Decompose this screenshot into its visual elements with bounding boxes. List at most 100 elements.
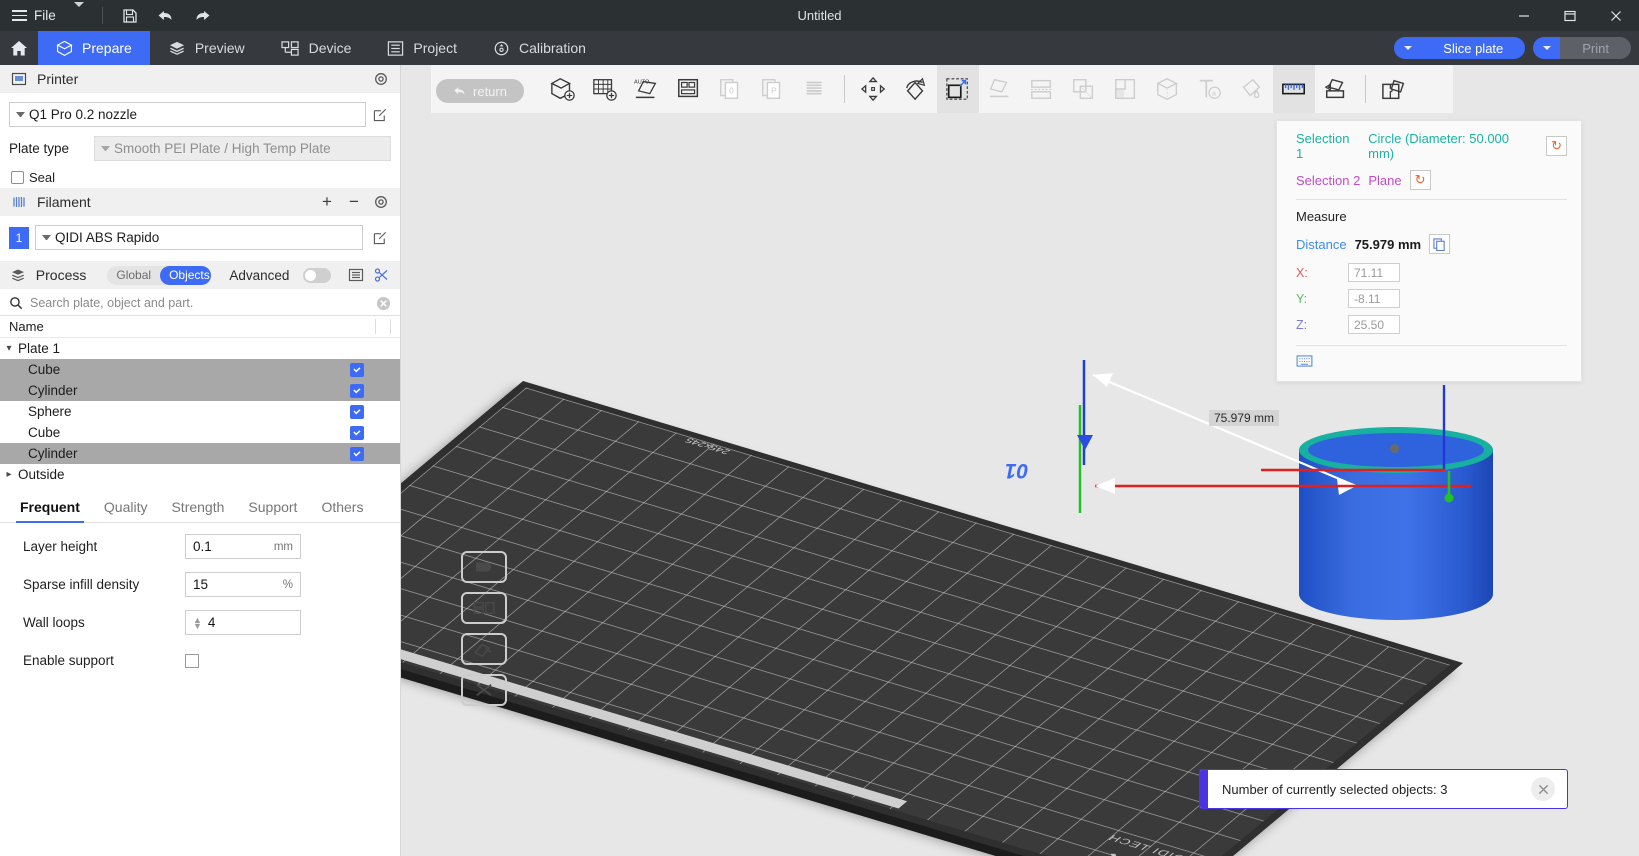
tree-row-cylinder-2[interactable]: Cylinder (0, 443, 400, 464)
undo-icon[interactable] (151, 4, 181, 28)
object-sphere[interactable] (1390, 444, 1399, 453)
delete-plate-icon[interactable] (461, 551, 507, 583)
visibility-checkbox[interactable] (350, 384, 364, 398)
enable-support-checkbox[interactable] (185, 654, 199, 668)
puzzle-icon[interactable] (1374, 65, 1416, 113)
seal-checkbox[interactable] (11, 171, 24, 184)
menu-dropdown-button[interactable] (74, 7, 84, 25)
advanced-toggle[interactable] (303, 268, 331, 283)
close-button[interactable] (1593, 0, 1639, 31)
tree-row-plate[interactable]: ▾ Plate 1 (0, 338, 400, 359)
maximize-button[interactable] (1547, 0, 1593, 31)
copy-object-icon[interactable]: 0 (710, 65, 752, 113)
layer-height-input[interactable]: 0.1 mm (185, 534, 301, 559)
keyboard-icon[interactable] (1296, 355, 1567, 367)
tree-row-cylinder-1[interactable]: Cylinder (0, 380, 400, 401)
move-icon[interactable] (853, 65, 895, 113)
tab-project[interactable]: Project (369, 31, 475, 65)
segment-global[interactable]: Global (107, 266, 160, 285)
mmu-segmentation-icon[interactable] (1147, 65, 1189, 113)
tree-row-sphere[interactable]: Sphere (0, 401, 400, 422)
redo-icon[interactable] (187, 4, 217, 28)
list-view-icon[interactable] (347, 266, 364, 284)
print-label[interactable]: Print (1560, 37, 1631, 59)
variable-layer-height-icon[interactable] (794, 65, 836, 113)
tree-row-outside[interactable]: ▸ Outside (0, 464, 400, 485)
add-plate-icon[interactable] (584, 65, 626, 113)
clear-icon[interactable] (376, 296, 391, 311)
z-input[interactable]: 25.50 (1348, 315, 1400, 334)
tab-device[interactable]: Device (263, 31, 370, 65)
viewport-3d[interactable]: 245x245 QIDI TECH 01 (401, 65, 1639, 856)
lay-on-face-icon[interactable] (979, 65, 1021, 113)
save-icon[interactable] (115, 4, 145, 28)
text-icon[interactable]: a (1189, 65, 1231, 113)
tab-strength[interactable]: Strength (159, 493, 236, 522)
tree-row-cube-2[interactable]: Cube (0, 422, 400, 443)
revert-selection-2-icon[interactable]: ↻ (1410, 170, 1431, 190)
home-icon[interactable] (0, 31, 38, 65)
search-input[interactable]: Search plate, object and part. (30, 296, 369, 310)
remove-filament-button[interactable]: − (345, 193, 363, 211)
slice-plate-button[interactable]: Slice plate (1394, 37, 1525, 59)
plate-settings-icon[interactable] (461, 592, 507, 624)
support-painting-icon[interactable] (1063, 65, 1105, 113)
orient-plate-icon[interactable] (461, 674, 507, 706)
paste-object-icon[interactable]: P (752, 65, 794, 113)
y-input[interactable]: -8.11 (1348, 289, 1400, 308)
tab-quality[interactable]: Quality (92, 493, 160, 522)
seal-row[interactable]: Seal (9, 161, 391, 188)
add-filament-button[interactable]: + (318, 193, 336, 211)
cut-icon[interactable] (1021, 65, 1063, 113)
plate-type-select[interactable]: Smooth PEI Plate / High Temp Plate (94, 136, 391, 161)
scissors-icon[interactable] (373, 266, 390, 284)
tab-others[interactable]: Others (309, 493, 375, 522)
chevron-down-icon[interactable]: ▾ (0, 343, 18, 354)
tab-support[interactable]: Support (236, 493, 309, 522)
tab-calibration[interactable]: Calibration (475, 31, 604, 65)
visibility-checkbox[interactable] (350, 405, 364, 419)
edit-filament-icon[interactable] (369, 230, 391, 245)
filament-select[interactable]: QIDI ABS Rapido (35, 225, 363, 250)
print-button[interactable]: Print (1533, 37, 1631, 59)
file-menu-button[interactable]: File (0, 8, 56, 23)
print-dropdown-arrow[interactable] (1533, 37, 1560, 59)
filament-index[interactable]: 1 (9, 227, 29, 249)
visibility-checkbox[interactable] (350, 426, 364, 440)
chevron-right-icon[interactable]: ▸ (0, 469, 18, 480)
add-object-icon[interactable] (542, 65, 584, 113)
filament-settings-gear-icon[interactable] (372, 193, 390, 211)
minimize-button[interactable] (1501, 0, 1547, 31)
segment-objects[interactable]: Objects (160, 266, 211, 285)
close-icon[interactable] (1531, 777, 1555, 801)
assembly-icon[interactable] (1315, 65, 1357, 113)
sparse-infill-density-input[interactable]: 15 % (185, 572, 301, 597)
printer-preset-select[interactable]: Q1 Pro 0.2 nozzle (9, 102, 366, 127)
copy-icon[interactable] (1429, 234, 1450, 254)
tab-prepare[interactable]: Prepare (38, 31, 150, 65)
process-scope-segmented[interactable]: Global Objects (107, 266, 211, 285)
slice-plate-label[interactable]: Slice plate (1421, 37, 1525, 59)
rotate-icon[interactable] (895, 65, 937, 113)
visibility-checkbox[interactable] (350, 363, 364, 377)
visibility-checkbox[interactable] (350, 447, 364, 461)
tab-frequent[interactable]: Frequent (8, 493, 92, 522)
seam-painting-icon[interactable] (1105, 65, 1147, 113)
revert-selection-1-icon[interactable]: ↻ (1546, 136, 1567, 156)
search-row[interactable]: Search plate, object and part. (0, 291, 400, 316)
measure-icon[interactable] (1273, 65, 1315, 113)
stepper-arrows-icon[interactable]: ▲▼ (193, 617, 202, 629)
wall-loops-stepper[interactable]: ▲▼ 4 (185, 610, 301, 635)
layout-icon[interactable] (668, 65, 710, 113)
auto-arrange-icon[interactable]: AUTO (626, 65, 668, 113)
tab-preview[interactable]: Preview (150, 31, 263, 65)
return-button[interactable]: return (436, 79, 524, 103)
scale-icon[interactable] (937, 65, 979, 113)
printer-settings-gear-icon[interactable] (372, 70, 390, 88)
slice-dropdown-arrow[interactable] (1394, 37, 1421, 59)
tree-row-cube-1[interactable]: Cube (0, 359, 400, 380)
fuzzy-skin-icon[interactable] (1231, 65, 1273, 113)
x-input[interactable]: 71.11 (1348, 263, 1400, 282)
object-cylinder[interactable] (1299, 427, 1493, 642)
arrange-plate-icon[interactable] (461, 633, 507, 665)
